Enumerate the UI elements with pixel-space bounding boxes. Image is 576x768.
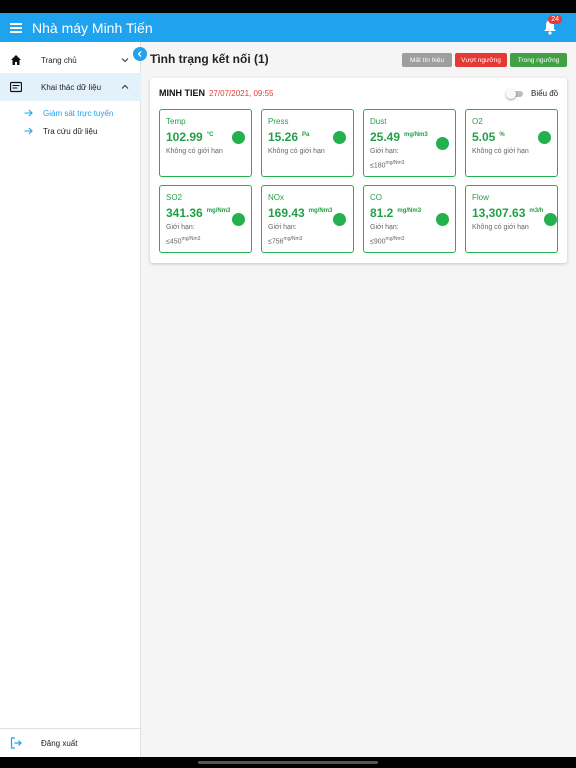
chart-toggle-label: Biểu đồ bbox=[531, 89, 559, 98]
sidebar-item-data-mining[interactable]: Khai thác dữ liệu bbox=[0, 73, 141, 101]
arrow-right-icon bbox=[24, 109, 33, 117]
metric-value: 81.2 mg/Nm3 bbox=[370, 206, 422, 220]
metric-tile-o2[interactable]: O2 5.05% Không có giới hạn bbox=[465, 109, 558, 177]
logout-button[interactable]: Đăng xuất bbox=[0, 728, 141, 757]
logout-label: Đăng xuất bbox=[41, 738, 78, 748]
sidebar-subitem-data-lookup[interactable]: Tra cứu dữ liệu bbox=[0, 122, 141, 140]
metric-limit-label: Giới hạn: bbox=[268, 224, 297, 231]
status-dot bbox=[232, 213, 245, 226]
app-title: Nhà máy Minh Tiến bbox=[32, 19, 153, 36]
metric-name: O2 bbox=[472, 117, 483, 126]
metric-value: 169.43 mg/Nm3 bbox=[268, 206, 333, 220]
chart-toggle[interactable] bbox=[506, 89, 524, 99]
status-dot bbox=[436, 137, 449, 150]
sidebar-item-label: Khai thác dữ liệu bbox=[41, 82, 102, 92]
metric-limit-label: Không có giới hạn bbox=[472, 224, 529, 231]
app-bar: Nhà máy Minh Tiến bbox=[0, 13, 576, 42]
metric-limit-label: Giới hạn: bbox=[166, 224, 195, 231]
metric-unit: °C bbox=[206, 132, 214, 138]
metric-name: Press bbox=[268, 117, 289, 126]
metric-limit-value: ≤900mg/Nm3 bbox=[370, 236, 405, 246]
legend-no-signal[interactable]: Mất tín hiệu bbox=[402, 53, 452, 67]
metric-tile-press[interactable]: Press 15.26 Pa Không có giới hạn bbox=[261, 109, 354, 177]
metric-name: SO2 bbox=[166, 193, 183, 202]
metric-value: 5.05% bbox=[472, 130, 505, 144]
sidebar: Trang chủ Khai thác dữ liệu Giám sát trự… bbox=[0, 42, 141, 757]
metric-limit-label: Không có giới hạn bbox=[268, 148, 325, 155]
metric-limit-value: ≤756mg/Nm3 bbox=[268, 236, 303, 246]
status-dot bbox=[333, 131, 346, 144]
metric-unit: mg/Nm3 bbox=[404, 132, 428, 138]
metric-value: 15.26 Pa bbox=[268, 130, 310, 144]
metric-tile-flow[interactable]: Flow 13,307.63 m3/h Không có giới hạn bbox=[465, 185, 558, 253]
status-dot bbox=[538, 131, 551, 144]
metric-limit-label: Giới hạn: bbox=[370, 224, 399, 231]
list-icon bbox=[10, 81, 22, 93]
legend-within-threshold[interactable]: Trong ngưỡng bbox=[510, 53, 567, 67]
metric-value: 102.99 °C bbox=[166, 130, 214, 144]
chevron-up-icon bbox=[121, 84, 129, 89]
metric-unit: % bbox=[499, 132, 505, 138]
sidebar-item-label: Trang chủ bbox=[41, 55, 77, 65]
status-dot bbox=[232, 131, 245, 144]
metric-name: Flow bbox=[472, 193, 489, 202]
logout-icon bbox=[10, 737, 22, 749]
metric-limit-label: Không có giới hạn bbox=[166, 148, 223, 155]
metric-name: Temp bbox=[166, 117, 186, 126]
station-timestamp: 27/07/2021, 09:55 bbox=[209, 89, 274, 98]
sidebar-subitem-online-monitoring[interactable]: Giám sát trực tuyến bbox=[0, 104, 141, 122]
home-indicator bbox=[198, 761, 378, 764]
metric-unit: Pa bbox=[302, 132, 310, 138]
home-icon bbox=[11, 55, 21, 65]
metric-tile-so2[interactable]: SO2 341.36 mg/Nm3 Giới hạn: ≤450mg/Nm3 bbox=[159, 185, 252, 253]
menu-icon[interactable] bbox=[10, 22, 22, 33]
page-title: Tình trạng kết nối (1) bbox=[150, 52, 269, 66]
metric-value: 13,307.63 m3/h bbox=[472, 206, 544, 220]
metric-limit-label: Không có giới hạn bbox=[472, 148, 529, 155]
metric-unit: mg/Nm3 bbox=[397, 208, 422, 214]
sidebar-subitem-label: Giám sát trực tuyến bbox=[43, 108, 114, 118]
status-bar bbox=[0, 0, 576, 13]
metric-limit-value: ≤180mg/Nm3 bbox=[370, 160, 405, 170]
arrow-right-icon bbox=[24, 127, 33, 135]
metric-unit: mg/Nm3 bbox=[206, 208, 231, 214]
station-name: MINH TIEN bbox=[159, 88, 205, 98]
metric-tile-temp[interactable]: Temp 102.99 °C Không có giới hạn bbox=[159, 109, 252, 177]
metric-unit: m3/h bbox=[529, 208, 544, 214]
metric-value: 25.49 mg/Nm3 bbox=[370, 130, 428, 144]
metric-name: NOx bbox=[268, 193, 284, 202]
sidebar-item-home[interactable]: Trang chủ bbox=[0, 46, 141, 74]
metric-tile-nox[interactable]: NOx 169.43 mg/Nm3 Giới hạn: ≤756mg/Nm3 bbox=[261, 185, 354, 253]
metric-name: Dust bbox=[370, 117, 387, 126]
metric-tile-dust[interactable]: Dust 25.49 mg/Nm3 Giới hạn: ≤180mg/Nm3 bbox=[363, 109, 456, 177]
status-dot bbox=[436, 213, 449, 226]
metric-unit: mg/Nm3 bbox=[308, 208, 333, 214]
chevron-left-icon bbox=[137, 51, 142, 57]
status-dot bbox=[333, 213, 346, 226]
legend-over-threshold[interactable]: Vượt ngưỡng bbox=[455, 53, 507, 67]
metric-tile-co[interactable]: CO 81.2 mg/Nm3 Giới hạn: ≤900mg/Nm3 bbox=[363, 185, 456, 253]
status-dot bbox=[544, 213, 557, 226]
sidebar-collapse-button[interactable] bbox=[133, 47, 147, 61]
metric-value: 341.36 mg/Nm3 bbox=[166, 206, 231, 220]
metric-limit-value: ≤450mg/Nm3 bbox=[166, 236, 201, 246]
station-card: MINH TIEN 27/07/2021, 09:55 Biểu đồ Temp… bbox=[150, 78, 567, 263]
sidebar-subitem-label: Tra cứu dữ liệu bbox=[43, 126, 98, 136]
metric-name: CO bbox=[370, 193, 382, 202]
chevron-down-icon bbox=[121, 58, 129, 63]
notification-badge: 24 bbox=[548, 15, 562, 24]
metric-limit-label: Giới hạn: bbox=[370, 148, 399, 155]
